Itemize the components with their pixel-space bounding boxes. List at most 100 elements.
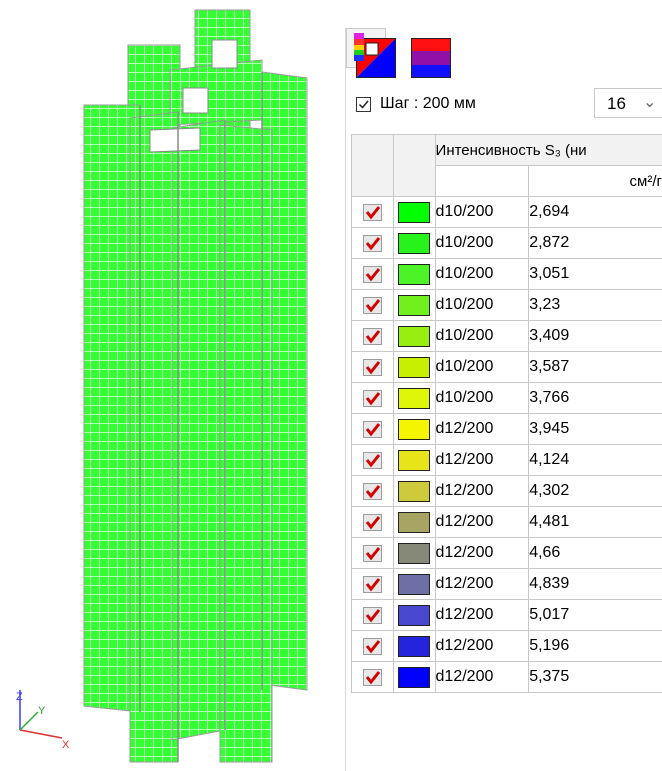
row-visibility-cell[interactable] bbox=[350, 413, 395, 445]
legend-table: Интенсивность S₃ (ни см²/г d10/200 2,694 d… bbox=[350, 134, 662, 693]
check-icon bbox=[366, 298, 381, 312]
legend-row[interactable]: d12/200 4,481 bbox=[350, 506, 662, 538]
color-swatch[interactable] bbox=[398, 263, 431, 285]
legend-row[interactable]: d10/200 2,694 bbox=[350, 196, 662, 228]
row-color-cell[interactable] bbox=[393, 537, 436, 569]
row-visibility-cell[interactable] bbox=[350, 351, 395, 383]
legend-row[interactable]: d12/200 4,124 bbox=[350, 444, 662, 476]
legend-row[interactable]: d12/200 4,302 bbox=[350, 475, 662, 507]
scale-stripes-button[interactable] bbox=[411, 38, 451, 78]
model-viewport[interactable]: Z Y X bbox=[0, 0, 340, 771]
row-color-cell[interactable] bbox=[393, 320, 436, 352]
row-color-cell[interactable] bbox=[393, 227, 436, 259]
rebar-diameter: d10/200 bbox=[434, 382, 530, 414]
legend-row[interactable]: d10/200 3,23 bbox=[350, 289, 662, 321]
row-color-cell[interactable] bbox=[393, 475, 436, 507]
row-visibility-checkbox[interactable] bbox=[363, 296, 383, 314]
row-visibility-cell[interactable] bbox=[350, 227, 395, 259]
legend-row[interactable]: d12/200 4,839 bbox=[350, 568, 662, 600]
column-header-intensity: Интенсивность S₃ (ни bbox=[434, 134, 662, 166]
steps-count-select[interactable]: 16 ⌄ bbox=[594, 88, 662, 118]
row-color-cell[interactable] bbox=[393, 382, 436, 414]
color-swatch[interactable] bbox=[398, 666, 431, 688]
color-swatch[interactable] bbox=[398, 511, 431, 533]
legend-row[interactable]: d10/200 3,766 bbox=[350, 382, 662, 414]
row-visibility-checkbox[interactable] bbox=[363, 420, 383, 438]
row-color-cell[interactable] bbox=[393, 506, 436, 538]
color-swatch[interactable] bbox=[398, 418, 431, 440]
row-color-cell[interactable] bbox=[393, 661, 436, 693]
row-color-cell[interactable] bbox=[393, 444, 436, 476]
rebar-diameter: d10/200 bbox=[434, 351, 530, 383]
row-color-cell[interactable] bbox=[393, 289, 436, 321]
check-icon bbox=[366, 515, 381, 529]
row-visibility-checkbox[interactable] bbox=[363, 327, 383, 345]
legend-row[interactable]: d10/200 3,409 bbox=[350, 320, 662, 352]
color-swatch[interactable] bbox=[398, 573, 431, 595]
row-color-cell[interactable] bbox=[393, 599, 436, 631]
color-swatch[interactable] bbox=[398, 604, 431, 626]
row-color-cell[interactable] bbox=[393, 568, 436, 600]
row-visibility-checkbox[interactable] bbox=[363, 575, 383, 593]
row-visibility-cell[interactable] bbox=[350, 568, 395, 600]
legend-rows: d10/200 2,694 d10/200 2,872 d10/200 3,051 d10/… bbox=[350, 196, 662, 693]
row-color-cell[interactable] bbox=[393, 351, 436, 383]
row-visibility-checkbox[interactable] bbox=[363, 234, 383, 252]
row-visibility-checkbox[interactable] bbox=[363, 482, 383, 500]
row-visibility-checkbox[interactable] bbox=[363, 637, 383, 655]
check-icon bbox=[366, 329, 381, 343]
row-visibility-checkbox[interactable] bbox=[363, 265, 383, 283]
color-swatch[interactable] bbox=[398, 480, 431, 502]
row-visibility-checkbox[interactable] bbox=[363, 389, 383, 407]
check-icon bbox=[366, 670, 381, 684]
legend-row[interactable]: d12/200 5,375 bbox=[350, 661, 662, 693]
row-color-cell[interactable] bbox=[393, 413, 436, 445]
row-visibility-cell[interactable] bbox=[350, 320, 395, 352]
rebar-diameter: d12/200 bbox=[434, 537, 530, 569]
color-swatch[interactable] bbox=[398, 325, 431, 347]
color-swatch[interactable] bbox=[398, 542, 431, 564]
legend-row[interactable]: d12/200 5,196 bbox=[350, 630, 662, 662]
row-visibility-checkbox[interactable] bbox=[363, 358, 383, 376]
legend-row[interactable]: d12/200 3,945 bbox=[350, 413, 662, 445]
legend-row[interactable]: d12/200 5,017 bbox=[350, 599, 662, 631]
color-swatch[interactable] bbox=[398, 201, 431, 223]
color-swatch[interactable] bbox=[398, 387, 431, 409]
row-color-cell[interactable] bbox=[393, 630, 436, 662]
legend-row[interactable]: d10/200 2,872 bbox=[350, 227, 662, 259]
row-visibility-cell[interactable] bbox=[350, 258, 395, 290]
chevron-down-icon: ⌄ bbox=[643, 94, 657, 111]
intensity-value: 5,196 bbox=[528, 630, 662, 662]
row-visibility-cell[interactable] bbox=[350, 289, 395, 321]
legend-row[interactable]: d10/200 3,051 bbox=[350, 258, 662, 290]
row-visibility-checkbox[interactable] bbox=[363, 203, 383, 221]
color-swatch[interactable] bbox=[398, 356, 431, 378]
color-swatch[interactable] bbox=[398, 635, 431, 657]
row-color-cell[interactable] bbox=[393, 258, 436, 290]
intensity-value: 2,872 bbox=[528, 227, 662, 259]
row-visibility-cell[interactable] bbox=[350, 444, 395, 476]
row-visibility-cell[interactable] bbox=[350, 599, 395, 631]
color-swatch[interactable] bbox=[398, 449, 431, 471]
rebar-diameter: d12/200 bbox=[434, 413, 530, 445]
row-visibility-checkbox[interactable] bbox=[363, 668, 383, 686]
color-swatch[interactable] bbox=[398, 294, 431, 316]
legend-row[interactable]: d10/200 3,587 bbox=[350, 351, 662, 383]
row-visibility-checkbox[interactable] bbox=[363, 606, 383, 624]
row-visibility-cell[interactable] bbox=[350, 506, 395, 538]
step-checkbox[interactable] bbox=[356, 97, 371, 112]
row-color-cell[interactable] bbox=[393, 196, 436, 228]
row-visibility-cell[interactable] bbox=[350, 196, 395, 228]
row-visibility-cell[interactable] bbox=[350, 630, 395, 662]
check-icon bbox=[366, 577, 381, 591]
color-swatch[interactable] bbox=[398, 232, 431, 254]
row-visibility-checkbox[interactable] bbox=[363, 513, 383, 531]
row-visibility-cell[interactable] bbox=[350, 382, 395, 414]
intensity-value: 3,945 bbox=[528, 413, 662, 445]
row-visibility-cell[interactable] bbox=[350, 537, 395, 569]
legend-row[interactable]: d12/200 4,66 bbox=[350, 537, 662, 569]
row-visibility-checkbox[interactable] bbox=[363, 544, 383, 562]
row-visibility-cell[interactable] bbox=[350, 661, 395, 693]
row-visibility-checkbox[interactable] bbox=[363, 451, 383, 469]
row-visibility-cell[interactable] bbox=[350, 475, 395, 507]
